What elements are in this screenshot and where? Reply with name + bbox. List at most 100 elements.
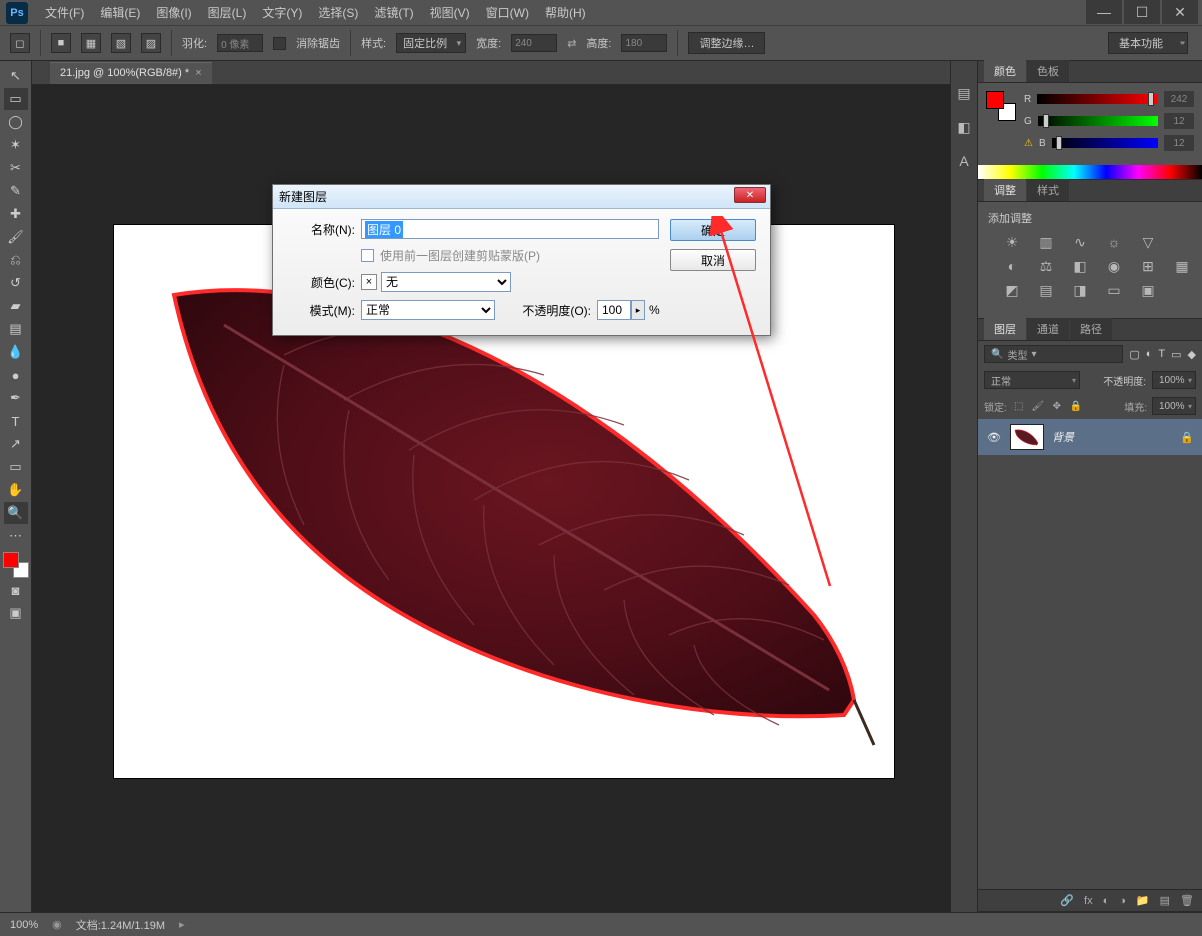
menu-help[interactable]: 帮助(H) xyxy=(538,1,593,24)
menu-layer[interactable]: 图层(L) xyxy=(201,1,254,24)
menu-window[interactable]: 窗口(W) xyxy=(479,1,536,24)
marquee-tool-indicator[interactable]: ◻ xyxy=(10,33,30,53)
document-tab[interactable]: 21.jpg @ 100%(RGB/8#) * × xyxy=(50,62,212,84)
close-button[interactable]: ✕ xyxy=(1162,0,1198,24)
pen-tool-icon[interactable]: ✒ xyxy=(4,387,28,409)
refine-edge-button[interactable]: 调整边缘… xyxy=(688,32,765,54)
history-icon[interactable]: ▤ xyxy=(954,83,974,103)
menu-filter[interactable]: 滤镜(T) xyxy=(367,1,420,24)
tab-channels[interactable]: 通道 xyxy=(1027,318,1069,340)
filter-type-icon[interactable]: T xyxy=(1158,348,1165,360)
selection-intersect-icon[interactable]: ▨ xyxy=(141,33,161,53)
vibrance-icon[interactable]: ▽ xyxy=(1138,234,1158,250)
selection-subtract-icon[interactable]: ▧ xyxy=(111,33,131,53)
marquee-tool-icon[interactable]: ▭ xyxy=(4,88,28,110)
link-layers-icon[interactable]: 🔗 xyxy=(1060,894,1074,907)
delete-layer-icon[interactable]: 🗑 xyxy=(1180,894,1194,907)
zoom-tool-icon[interactable]: 🔍 xyxy=(4,502,28,524)
tab-paths[interactable]: 路径 xyxy=(1070,318,1112,340)
lasso-tool-icon[interactable]: ◯ xyxy=(4,111,28,133)
edit-toolbar-icon[interactable]: ⋯ xyxy=(4,525,28,547)
tab-adjustments[interactable]: 调整 xyxy=(984,179,1026,201)
workspace-selector[interactable]: 基本功能 xyxy=(1108,32,1188,54)
b-slider[interactable] xyxy=(1052,138,1158,148)
screenmode-icon[interactable]: ▣ xyxy=(4,602,28,624)
color-swatches[interactable] xyxy=(3,552,29,578)
tab-layers[interactable]: 图层 xyxy=(984,318,1026,340)
exposure-icon[interactable]: ☼ xyxy=(1104,234,1124,250)
menu-edit[interactable]: 编辑(E) xyxy=(93,1,147,24)
channel-mixer-icon[interactable]: ⊞ xyxy=(1138,258,1158,274)
history-brush-tool-icon[interactable]: ↺ xyxy=(4,272,28,294)
dialog-title-bar[interactable]: 新建图层 ✕ xyxy=(273,185,770,209)
eyedropper-tool-icon[interactable]: ✎ xyxy=(4,180,28,202)
layer-fx-icon[interactable]: fx xyxy=(1084,895,1093,907)
swap-icon[interactable]: ⇄ xyxy=(567,37,576,50)
menu-file[interactable]: 文件(F) xyxy=(38,1,91,24)
feather-input[interactable]: 0 像素 xyxy=(217,34,263,52)
b-value[interactable]: 12 xyxy=(1164,135,1194,151)
lock-position-icon[interactable]: ✥ xyxy=(1050,399,1064,413)
g-slider[interactable] xyxy=(1038,116,1158,126)
layer-thumbnail[interactable] xyxy=(1010,424,1044,450)
fg-color-swatch[interactable] xyxy=(3,552,19,568)
blend-mode-select[interactable]: 正常 xyxy=(984,371,1080,389)
g-value[interactable]: 12 xyxy=(1164,113,1194,129)
photo-filter-icon[interactable]: ◉ xyxy=(1104,258,1124,274)
lock-transparency-icon[interactable]: ⬚ xyxy=(1012,399,1026,413)
fg-swatch[interactable] xyxy=(986,91,1004,109)
lock-pixels-icon[interactable]: 🖌 xyxy=(1031,399,1045,413)
move-tool-icon[interactable]: ↖ xyxy=(4,65,28,87)
doc-info[interactable]: 文档:1.24M/1.19M xyxy=(76,917,165,933)
document-close-icon[interactable]: × xyxy=(195,67,201,79)
crop-tool-icon[interactable]: ✂ xyxy=(4,157,28,179)
layer-filter[interactable]: 🔍 类型 ▾ xyxy=(984,345,1123,363)
magic-wand-tool-icon[interactable]: ✶ xyxy=(4,134,28,156)
posterize-icon[interactable]: ▤ xyxy=(1036,282,1056,298)
character-icon[interactable]: A xyxy=(954,151,974,171)
shape-tool-icon[interactable]: ▭ xyxy=(4,456,28,478)
gradient-tool-icon[interactable]: ▤ xyxy=(4,318,28,340)
menu-type[interactable]: 文字(Y) xyxy=(255,1,309,24)
layer-list[interactable]: 👁 背景 🔒 xyxy=(978,419,1202,889)
status-arrow-icon[interactable]: ▸ xyxy=(179,918,185,931)
height-input[interactable]: 180 xyxy=(621,34,667,52)
maximize-button[interactable]: ☐ xyxy=(1124,0,1160,24)
selection-add-icon[interactable]: ▦ xyxy=(81,33,101,53)
curves-icon[interactable]: ∿ xyxy=(1070,234,1090,250)
menu-select[interactable]: 选择(S) xyxy=(311,1,365,24)
type-tool-icon[interactable]: T xyxy=(4,410,28,432)
brush-tool-icon[interactable]: 🖌 xyxy=(4,226,28,248)
invert-icon[interactable]: ◩ xyxy=(1002,282,1022,298)
opacity-stepper[interactable]: ▸ xyxy=(631,300,645,320)
menu-view[interactable]: 视图(V) xyxy=(423,1,477,24)
levels-icon[interactable]: ▥ xyxy=(1036,234,1056,250)
selection-new-icon[interactable]: ■ xyxy=(51,33,71,53)
r-slider[interactable] xyxy=(1037,94,1158,104)
new-layer-icon[interactable]: ▤ xyxy=(1160,894,1170,907)
visibility-icon[interactable]: 👁 xyxy=(986,431,1002,444)
path-select-tool-icon[interactable]: ↗ xyxy=(4,433,28,455)
new-fill-icon[interactable]: ◑ xyxy=(1119,895,1126,907)
style-select[interactable]: 固定比例 xyxy=(396,33,466,53)
quickmask-icon[interactable]: ◙ xyxy=(4,579,28,601)
opacity-input[interactable] xyxy=(597,300,631,320)
new-group-icon[interactable]: 📁 xyxy=(1136,894,1150,907)
width-input[interactable]: 240 xyxy=(511,34,557,52)
stamp-tool-icon[interactable]: ⎌ xyxy=(4,249,28,271)
blur-tool-icon[interactable]: 💧 xyxy=(4,341,28,363)
cancel-button[interactable]: 取消 xyxy=(670,249,756,271)
tab-swatches[interactable]: 色板 xyxy=(1027,60,1069,82)
filter-pixel-icon[interactable]: ▢ xyxy=(1129,348,1139,361)
mode-select[interactable]: 正常 xyxy=(361,300,495,320)
antialias-checkbox[interactable] xyxy=(273,37,286,50)
gradient-map-icon[interactable]: ▭ xyxy=(1104,282,1124,298)
selective-color-icon[interactable]: ▣ xyxy=(1138,282,1158,298)
lookup-icon[interactable]: ▦ xyxy=(1172,258,1192,274)
properties-icon[interactable]: ◧ xyxy=(954,117,974,137)
color-swatch-pair[interactable] xyxy=(986,91,1016,121)
zoom-level[interactable]: 100% xyxy=(10,919,38,931)
menu-image[interactable]: 图像(I) xyxy=(149,1,198,24)
minimize-button[interactable]: — xyxy=(1086,0,1122,24)
ok-button[interactable]: 确定 xyxy=(670,219,756,241)
